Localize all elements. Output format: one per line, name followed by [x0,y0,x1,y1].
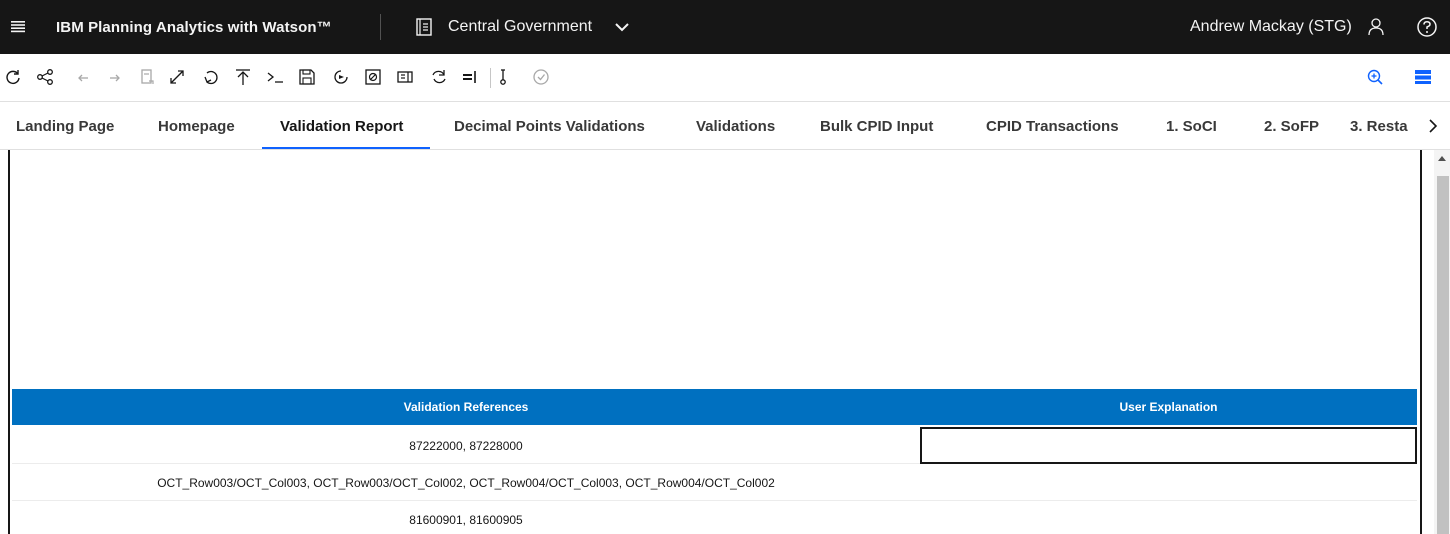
table-header: Validation References User Explanation [12,389,1417,425]
stack-icon[interactable] [1412,66,1434,88]
tab-soci[interactable]: 1. SoCI [1166,102,1217,149]
save-icon[interactable] [296,66,318,88]
vertical-scrollbar[interactable] [1434,150,1450,534]
header-divider [380,14,381,40]
expand-icon[interactable] [166,66,188,88]
header-user-explanation: User Explanation [1119,400,1218,414]
tab-validation-report[interactable]: Validation Report [280,102,403,149]
check-icon[interactable] [530,66,552,88]
copy-view-icon[interactable] [136,66,158,88]
share-icon[interactable] [34,66,56,88]
scrollbar-thumb[interactable] [1437,176,1449,534]
tab-validations[interactable]: Validations [696,102,775,149]
tab-cpid-transactions[interactable]: CPID Transactions [986,102,1119,149]
user-explanation-cell[interactable] [920,464,1417,501]
zoom-in-icon[interactable] [1364,66,1386,88]
chevron-right-icon[interactable] [1427,119,1439,133]
tab-homepage[interactable]: Homepage [158,102,235,149]
menu-icon[interactable] [0,0,36,54]
toolbar-separator [490,68,491,88]
table-row: 87222000, 87228000 [12,427,1417,464]
validation-reference-cell: 87222000, 87228000 [409,438,523,453]
scroll-up-arrow-icon[interactable] [1438,156,1446,161]
product-name: IBM Planning Analytics with Watson™ [56,18,332,36]
redo-icon[interactable] [104,66,126,88]
table-row: OCT_Row003/OCT_Col003, OCT_Row003/OCT_Co… [12,464,1417,501]
toolbar [0,54,1450,102]
help-icon[interactable] [1416,16,1438,38]
run-icon[interactable] [330,66,352,88]
rollback-icon[interactable] [200,66,222,88]
edit-icon[interactable] [394,66,416,88]
tab-sofp[interactable]: 2. SoFP [1264,102,1319,149]
validation-reference-cell: 81600901, 81600905 [409,512,523,527]
upload-icon[interactable] [232,66,254,88]
tab-decimal-points-validations[interactable]: Decimal Points Validations [454,102,645,149]
tab-restatement[interactable]: 3. Resta [1350,102,1408,149]
validation-table: Validation References User Explanation 8… [12,389,1417,534]
undo-icon[interactable] [72,66,94,88]
header-validation-references: Validation References [403,400,529,414]
sync-icon[interactable] [428,66,450,88]
link-icon[interactable] [362,66,384,88]
tab-bar: Landing Page Homepage Validation Report … [0,102,1450,150]
user-explanation-cell[interactable] [920,501,1417,534]
table-row: 81600901, 81600905 [12,501,1417,534]
validation-reference-cell: OCT_Row003/OCT_Col003, OCT_Row003/OCT_Co… [157,475,775,490]
chevron-down-icon[interactable] [614,19,630,35]
tab-landing-page[interactable]: Landing Page [16,102,114,149]
user-explanation-cell[interactable] [920,427,1417,464]
console-icon[interactable] [264,66,286,88]
user-icon[interactable] [1366,17,1386,37]
measure-icon[interactable] [492,66,514,88]
user-name[interactable]: Andrew Mackay (STG) [1190,0,1352,54]
top-bar: IBM Planning Analytics with Watson™ Cent… [0,0,1450,54]
align-icon[interactable] [458,66,480,88]
tabs-scroll-right[interactable] [1416,102,1450,149]
workspace-book-icon [416,18,432,36]
tab-bulk-cpid-input[interactable]: Bulk CPID Input [820,102,933,149]
workspace-selector[interactable]: Central Government [448,0,592,54]
refresh-icon[interactable] [2,66,24,88]
